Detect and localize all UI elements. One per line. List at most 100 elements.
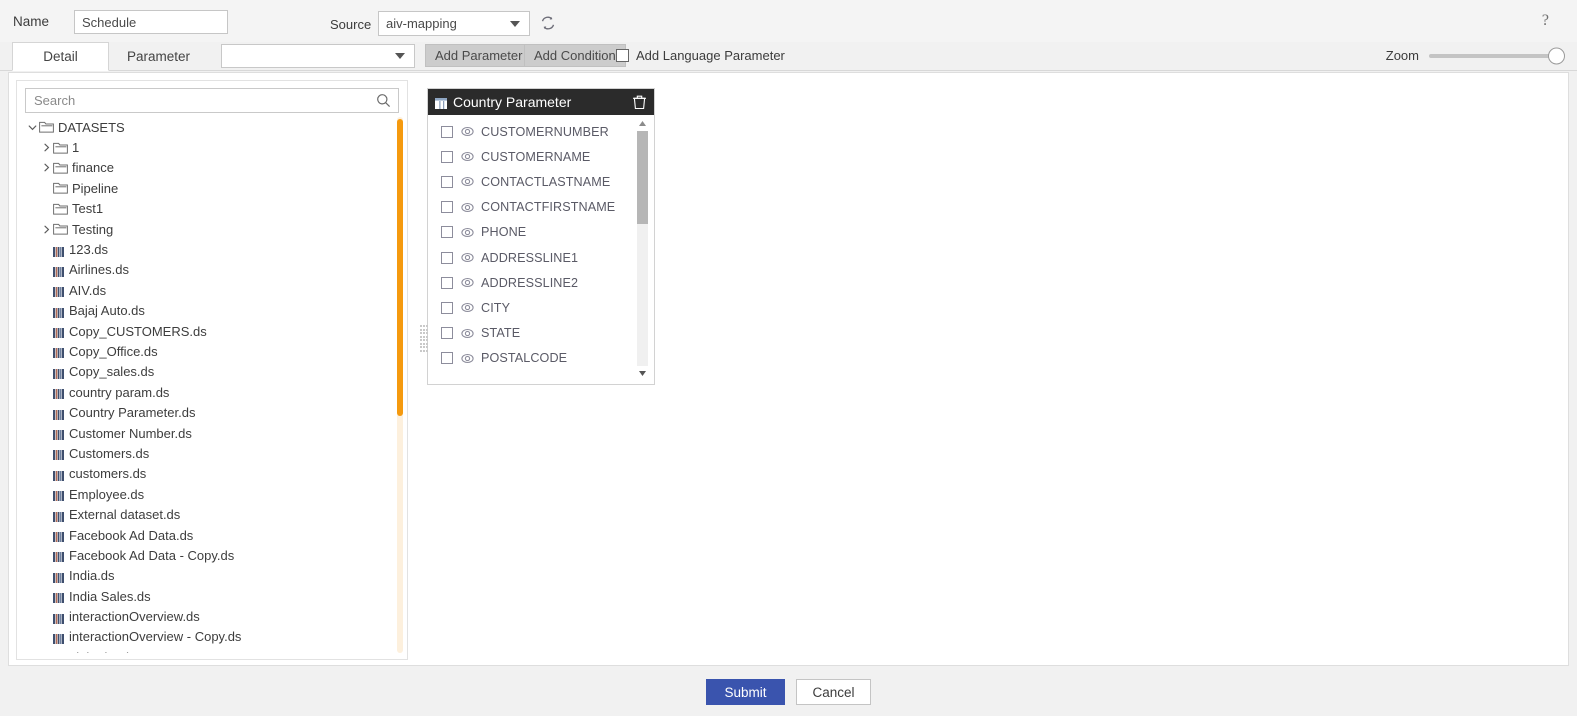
search-input[interactable] — [26, 89, 374, 112]
tree-scrollbar-track[interactable] — [397, 117, 403, 653]
field-checkbox[interactable] — [441, 125, 453, 138]
widget-field-list-viewport[interactable]: CUSTOMERNUMBER CUSTOMERNAME CONTACTLASTNAM… — [428, 115, 654, 384]
parameter-select[interactable] — [221, 44, 415, 68]
tree-item[interactable]: finance — [25, 158, 399, 178]
parameter-field-row[interactable]: POSTALCODE — [428, 346, 632, 371]
source-select[interactable]: aiv-mapping — [378, 11, 530, 36]
tree-scrollbar-thumb[interactable] — [397, 119, 403, 416]
field-checkbox[interactable] — [441, 276, 453, 289]
tree-item-label: Testing — [72, 221, 114, 237]
parameter-field-row[interactable]: CONTACTLASTNAME — [428, 169, 632, 194]
tree-item-label: Copy_Office.ds — [69, 343, 158, 359]
submit-button[interactable]: Submit — [706, 679, 785, 705]
country-parameter-widget[interactable]: Country Parameter CUSTOMERNUMBER CUSTOMER… — [420, 88, 655, 385]
parameter-field-row[interactable]: CUSTOMERNAME — [428, 144, 632, 169]
tree-item[interactable]: DATASETS — [25, 117, 399, 137]
search-icon[interactable] — [376, 93, 391, 108]
parameter-field-row[interactable]: CITY — [428, 295, 632, 320]
add-language-parameter-checkbox[interactable] — [616, 49, 629, 62]
parameter-field-row[interactable]: STATE — [428, 321, 632, 346]
eye-icon[interactable] — [461, 251, 474, 264]
tree-item[interactable]: customers.ds — [25, 464, 399, 484]
field-checkbox[interactable] — [441, 301, 453, 314]
tree-item[interactable]: Copy_CUSTOMERS.ds — [25, 321, 399, 341]
add-parameter-button[interactable]: Add Parameter — [425, 44, 533, 67]
widget-header[interactable]: Country Parameter — [428, 89, 654, 115]
chevron-right-icon[interactable] — [39, 225, 53, 234]
tree-item[interactable]: country param.ds — [25, 382, 399, 402]
widget-resize-grip[interactable] — [420, 325, 428, 353]
tree-item[interactable]: interactionOverview - Copy.ds — [25, 627, 399, 647]
tree-item[interactable]: India Sales.ds — [25, 586, 399, 606]
tree-item[interactable]: Copy_Office.ds — [25, 341, 399, 361]
field-checkbox[interactable] — [441, 201, 453, 214]
zoom-slider-track[interactable] — [1429, 47, 1565, 64]
tree-item[interactable]: 1 — [25, 137, 399, 157]
eye-icon[interactable] — [461, 150, 474, 163]
eye-icon[interactable] — [461, 352, 474, 365]
widget-scrollbar-track[interactable] — [637, 131, 648, 366]
field-checkbox[interactable] — [441, 251, 453, 264]
name-input[interactable] — [74, 10, 228, 34]
add-condition-button[interactable]: Add Condition — [524, 44, 626, 67]
chevron-right-icon[interactable] — [39, 163, 53, 172]
tab-toolbar: Detail Parameter Add Parameter Add Condi… — [0, 42, 1577, 71]
parameter-field-row[interactable]: CUSTOMERNUMBER — [428, 119, 632, 144]
tree-item[interactable]: Country Parameter.ds — [25, 402, 399, 422]
tree-item[interactable]: Facebook Ad Data - Copy.ds — [25, 545, 399, 565]
folder-icon — [53, 182, 68, 194]
zoom-slider-thumb[interactable] — [1548, 47, 1565, 64]
add-language-parameter-group: Add Language Parameter — [616, 44, 785, 67]
eye-icon[interactable] — [461, 175, 474, 188]
scroll-up-icon[interactable] — [636, 117, 649, 130]
cancel-button[interactable]: Cancel — [796, 679, 871, 705]
field-checkbox[interactable] — [441, 150, 453, 163]
widget-scrollbar[interactable] — [636, 117, 649, 380]
trash-icon[interactable] — [632, 94, 647, 110]
scroll-down-icon[interactable] — [636, 367, 649, 380]
dataset-icon — [53, 408, 64, 420]
field-checkbox[interactable] — [441, 226, 453, 239]
tab-detail[interactable]: Detail — [12, 42, 109, 71]
eye-icon[interactable] — [461, 327, 474, 340]
field-label: PHONE — [481, 225, 527, 240]
tree-item[interactable]: Facebook Ad Data.ds — [25, 525, 399, 545]
widget-scrollbar-thumb[interactable] — [637, 131, 648, 224]
tree-item[interactable]: AIV.ds — [25, 280, 399, 300]
parameter-field-row[interactable]: PHONE — [428, 220, 632, 245]
widget-field-list: CUSTOMERNUMBER CUSTOMERNAME CONTACTLASTNAM… — [428, 119, 632, 371]
tree-item-label: Copy_CUSTOMERS.ds — [69, 323, 207, 339]
design-canvas[interactable]: DATASETS 1 finance Pipeline Test1 Testing 123.… — [8, 72, 1569, 666]
tree-item[interactable]: Airlines.ds — [25, 260, 399, 280]
tree-item[interactable]: Employee.ds — [25, 484, 399, 504]
tree-item[interactable]: 123.ds — [25, 239, 399, 259]
parameter-field-row[interactable]: CONTACTFIRSTNAME — [428, 195, 632, 220]
eye-icon[interactable] — [461, 276, 474, 289]
tree-item[interactable]: External dataset.ds — [25, 504, 399, 524]
parameter-field-row[interactable]: ADDRESSLINE1 — [428, 245, 632, 270]
refresh-icon[interactable] — [538, 13, 558, 33]
tree-item[interactable]: India.ds — [25, 566, 399, 586]
chevron-down-icon[interactable] — [25, 123, 39, 132]
dataset-tree-list[interactable]: DATASETS 1 finance Pipeline Test1 Testing 123.… — [25, 117, 399, 653]
tree-item[interactable]: Testing — [25, 219, 399, 239]
tree-item[interactable]: Test1 — [25, 199, 399, 219]
tree-item[interactable]: interactionOverview.ds — [25, 606, 399, 626]
tree-item[interactable]: Bajaj Auto.ds — [25, 301, 399, 321]
help-icon[interactable]: ? — [1542, 13, 1549, 29]
eye-icon[interactable] — [461, 301, 474, 314]
field-checkbox[interactable] — [441, 175, 453, 188]
tree-item[interactable]: Customer Number.ds — [25, 423, 399, 443]
tree-item[interactable]: Pipeline — [25, 178, 399, 198]
tab-parameter[interactable]: Parameter — [110, 42, 207, 71]
chevron-right-icon[interactable] — [39, 143, 53, 152]
eye-icon[interactable] — [461, 201, 474, 214]
field-checkbox[interactable] — [441, 352, 453, 365]
tree-item[interactable]: LinkedIn.ds — [25, 647, 399, 653]
eye-icon[interactable] — [461, 125, 474, 138]
field-checkbox[interactable] — [441, 327, 453, 340]
tree-item[interactable]: Copy_sales.ds — [25, 362, 399, 382]
parameter-field-row[interactable]: ADDRESSLINE2 — [428, 270, 632, 295]
eye-icon[interactable] — [461, 226, 474, 239]
tree-item[interactable]: Customers.ds — [25, 443, 399, 463]
